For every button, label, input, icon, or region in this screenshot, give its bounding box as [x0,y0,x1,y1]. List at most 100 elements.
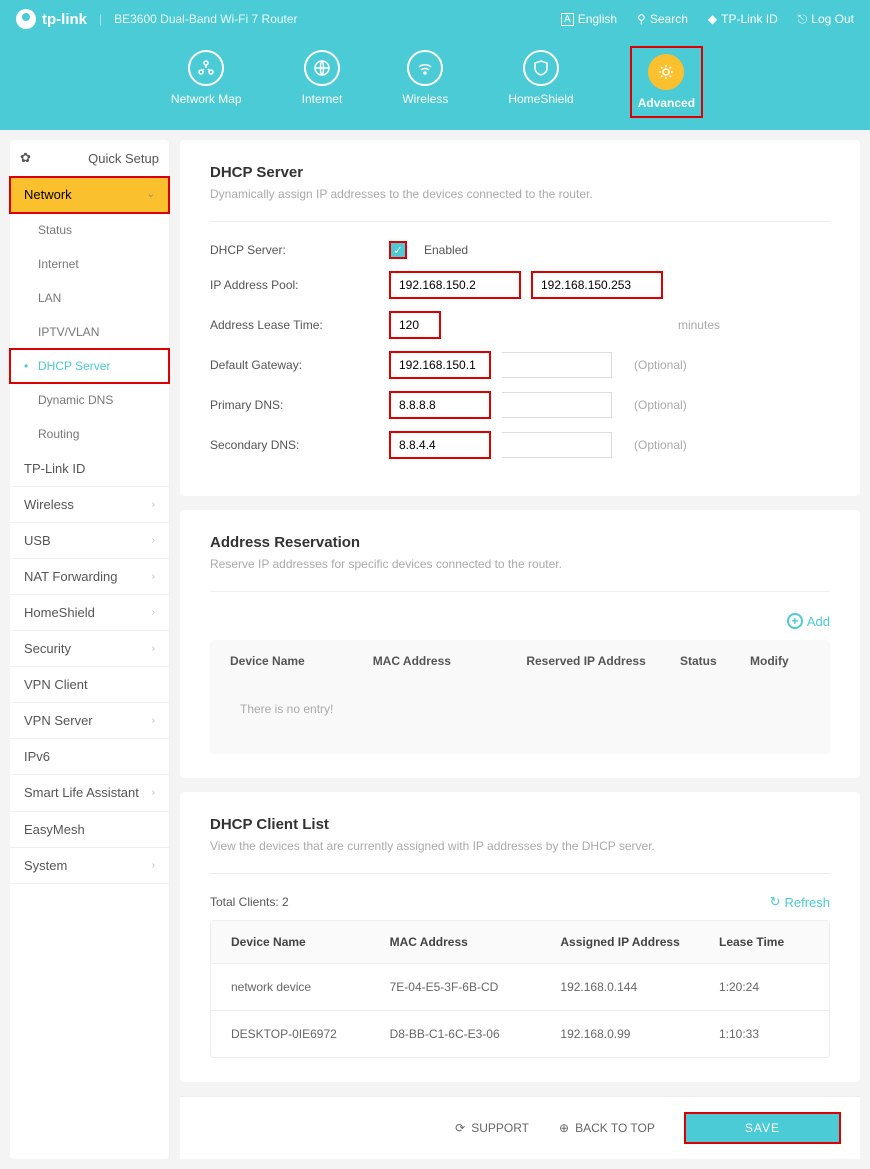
tplinkid-label: TP-Link ID [721,12,778,26]
lease-input[interactable] [390,312,440,338]
sidebar-routing[interactable]: Routing [10,417,169,451]
th-ip: Reserved IP Address [526,654,680,668]
label: EasyMesh [24,822,85,837]
refresh-icon: ↻ [770,894,781,910]
cell-lease: 1:20:24 [719,980,809,994]
nav-advanced[interactable]: Advanced [634,50,699,114]
dhcp-server-card: DHCP Server Dynamically assign IP addres… [180,140,860,496]
logout-icon: ⎋ [798,12,808,27]
nav-network-map[interactable]: Network Map [171,50,242,114]
sidebar: ✿Quick Setup Network⌄ Status Internet LA… [10,140,170,1159]
nav-internet[interactable]: Internet [302,50,343,114]
sidebar-vpnclient[interactable]: VPN Client [10,667,169,703]
shield-icon [523,50,559,86]
ch-lease: Lease Time [719,935,809,949]
globe-icon [304,50,340,86]
divider: | [99,12,102,26]
support-link[interactable]: ⟳SUPPORT [455,1121,529,1135]
total-clients: Total Clients: 2 [210,895,289,909]
label: VPN Client [24,677,88,692]
sidebar-internet[interactable]: Internet [10,247,169,281]
save-button[interactable]: SAVE [685,1113,840,1143]
reservation-desc: Reserve IP addresses for specific device… [210,557,830,571]
search-link[interactable]: ⚲ Search [637,12,688,26]
chevron-right-icon: › [152,860,155,871]
chevron-right-icon: › [152,715,155,726]
search-label: Search [650,12,688,26]
sidebar-tplinkid[interactable]: TP-Link ID [10,451,169,487]
sidebar-usb[interactable]: USB› [10,523,169,559]
logout-link[interactable]: ⎋Log Out [798,12,854,27]
chevron-right-icon: › [152,643,155,654]
pool-start-input[interactable] [390,272,520,298]
language-switch[interactable]: AEnglish [561,12,617,26]
nav-wireless[interactable]: Wireless [402,50,448,114]
search-icon: ⚲ [637,12,646,26]
sidebar-homeshield[interactable]: HomeShield › [10,595,169,631]
sidebar-smartlife[interactable]: Smart Life Assistant › [10,775,169,812]
sidebar-ddns[interactable]: Dynamic DNS [10,383,169,417]
th-mac: MAC Address [373,654,527,668]
sidebar-iptv[interactable]: IPTV/VLAN [10,315,169,349]
sdns-input[interactable] [390,432,490,458]
gateway-input[interactable] [390,352,490,378]
footer: ⟳SUPPORT ⊕BACK TO TOP SAVE [180,1096,860,1159]
sidebar-network[interactable]: Network⌄ [10,177,169,213]
sidebar-nat[interactable]: NAT Forwarding› [10,559,169,595]
support-label: SUPPORT [471,1121,529,1135]
gear-icon [648,54,684,90]
sidebar-wireless[interactable]: Wireless› [10,487,169,523]
sidebar-lan[interactable]: LAN [10,281,169,315]
label: USB [24,533,51,548]
cell-ip: 192.168.0.99 [560,1027,719,1041]
pdns-input[interactable] [390,392,490,418]
back-to-top-link[interactable]: ⊕BACK TO TOP [559,1121,655,1135]
client-row: network device 7E-04-E5-3F-6B-CD 192.168… [211,963,829,1010]
address-reservation-card: Address Reservation Reserve IP addresses… [180,510,860,778]
label: System [24,858,67,873]
ch-ip: Assigned IP Address [560,935,719,949]
sidebar-security[interactable]: Security› [10,631,169,667]
dhcp-enabled-checkbox[interactable]: ✓ [390,242,406,258]
refresh-button[interactable]: ↻Refresh [770,894,830,910]
chevron-right-icon: › [152,499,155,510]
enabled-text: Enabled [424,243,468,257]
label: TP-Link ID [24,461,85,476]
clients-title: DHCP Client List [210,816,830,833]
empty-message: There is no entry! [230,678,810,740]
gear-icon: ✿ [20,150,31,166]
label: IPv6 [24,749,50,764]
logo: tp-link [16,9,87,29]
reservation-title: Address Reservation [210,534,830,551]
logout-label: Log Out [811,12,854,26]
gateway-label: Default Gateway: [210,358,390,372]
nav-label: Network Map [171,92,242,106]
lease-unit: minutes [678,318,720,332]
label: Smart Life Assistant [24,785,139,801]
pool-end-input[interactable] [532,272,662,298]
quick-setup[interactable]: ✿Quick Setup [10,140,169,177]
chevron-right-icon: › [152,607,155,618]
add-button[interactable]: +Add [787,613,830,629]
chevron-right-icon: › [152,787,155,798]
dhcp-title: DHCP Server [210,164,830,181]
tplinkid-link[interactable]: ◆TP-Link ID [708,12,778,26]
cell-device: DESKTOP-0IE6972 [231,1027,390,1041]
sidebar-vpnserver[interactable]: VPN Server› [10,703,169,739]
add-label: Add [807,614,830,629]
nav-label: HomeShield [508,92,573,106]
sidebar-easymesh[interactable]: EasyMesh [10,812,169,848]
client-table: Device Name MAC Address Assigned IP Addr… [210,920,830,1058]
label: HomeShield [24,605,95,620]
sidebar-system[interactable]: System › [10,848,169,884]
sidebar-status[interactable]: Status [10,213,169,247]
ch-device: Device Name [231,935,390,949]
sidebar-dhcp[interactable]: DHCP Server [10,349,169,383]
reservation-table: Device Name MAC Address Reserved IP Addr… [210,640,830,754]
sidebar-ipv6[interactable]: IPv6 [10,739,169,775]
th-device: Device Name [230,654,373,668]
dhcp-desc: Dynamically assign IP addresses to the d… [210,187,830,201]
nav-homeshield[interactable]: HomeShield [508,50,573,114]
main-nav: Network Map Internet Wireless HomeShield… [0,38,870,130]
logo-icon [16,9,36,29]
